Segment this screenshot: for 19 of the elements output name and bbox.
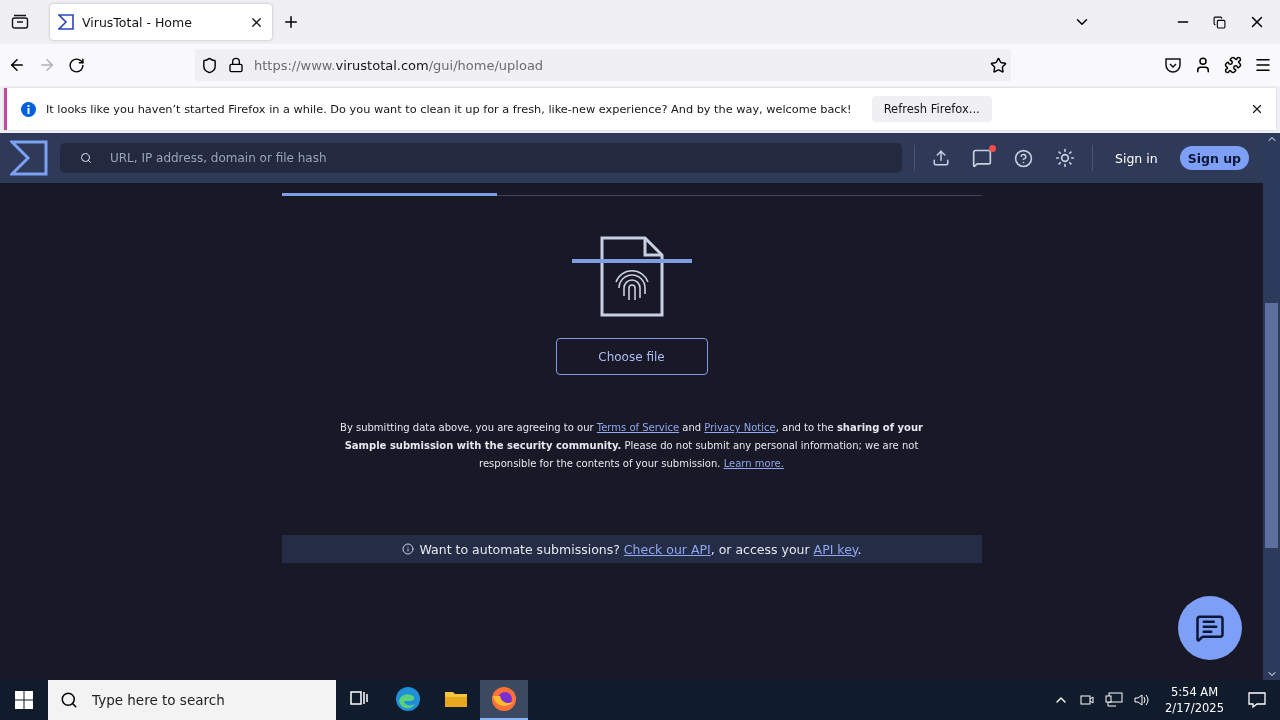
refresh-button[interactable]: Refresh Firefox... — [871, 96, 992, 122]
text-link[interactable]: Learn more. — [723, 458, 784, 469]
search-bar[interactable]: URL, IP address, domain or file hash — [60, 143, 902, 173]
text-link[interactable]: Privacy Notice — [704, 422, 776, 433]
choose-file-button[interactable]: Choose file — [555, 338, 708, 375]
browser-tab[interactable]: VirusTotal - Home — [50, 4, 272, 40]
api-banner-text: Want to automate submissions? Check our API, or access your API key. — [419, 541, 862, 557]
notification-message: It looks like you haven’t started Firefox in a while. Do you want to clean it up for a fresh, like-new experience? And by the way, welcome back! — [46, 102, 852, 116]
sign-in-link[interactable]: Sign in — [1115, 150, 1158, 166]
taskbar-search-field[interactable]: Type here to search — [90, 691, 324, 709]
terms-paragraph: By submitting data above, you are agreeing to our Terms of Service and Privacy Notice, and to the sharing of your Sample submission with the security community. Please do not submit any personal information; we are not responsible for the contents of your submission. Learn more. — [339, 421, 924, 471]
taskbar-search-bar[interactable]: Type here to search — [48, 680, 336, 720]
search-field[interactable]: URL, IP address, domain or file hash — [108, 150, 888, 166]
url-text: https://www.virustotal.com/gui/home/upload — [254, 57, 545, 73]
address-bar[interactable]: https://www.virustotal.com/gui/home/upload — [195, 49, 1011, 81]
text-link[interactable]: Check our API — [623, 541, 711, 557]
sign-up-button[interactable]: Sign up — [1179, 146, 1249, 170]
text-link[interactable]: Terms of Service — [596, 422, 680, 433]
clock[interactable]: 5:54 AM 2/17/2025 — [1165, 684, 1224, 716]
